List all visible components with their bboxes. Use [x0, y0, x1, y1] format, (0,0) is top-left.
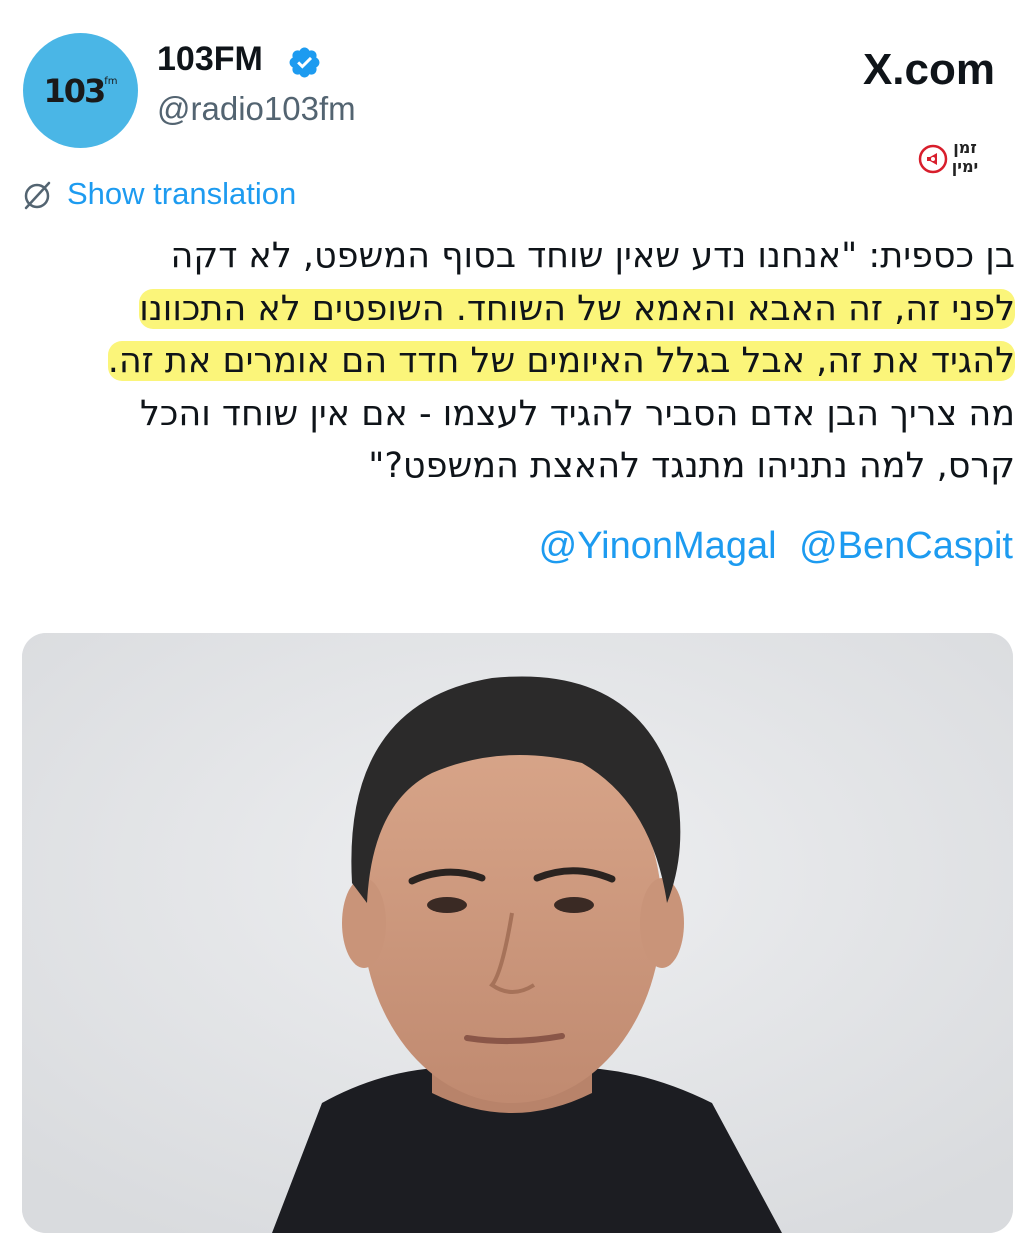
- tweet-line-text: מה צריך הבן אדם הסביר להגיד לעצמו - אם א…: [139, 393, 1015, 434]
- megaphone-icon: [918, 144, 948, 174]
- portrait-photo: [22, 633, 1013, 1233]
- avatar-logo: 103 fm: [23, 33, 138, 148]
- tweet-line: להגיד את זה, אבל בגלל האיומים של חדד הם …: [20, 335, 1015, 388]
- avatar-logo-text: 103: [43, 71, 106, 110]
- tweet-text: בן כספית: "אנחנו נדע שאין שוחד בסוף המשפ…: [20, 230, 1015, 493]
- source-site-label: X.com: [862, 45, 995, 94]
- tweet-line-text-highlighted: לפני זה, זה האבא והאמא של השוחד. השופטים…: [139, 288, 1015, 329]
- tweet-mentions: @YinonMagal @BenCaspit: [527, 525, 1013, 568]
- tweet-line: מה צריך הבן אדם הסביר להגיד לעצמו - אם א…: [20, 388, 1015, 441]
- mention-link[interactable]: @BenCaspit: [799, 525, 1013, 567]
- account-handle[interactable]: @radio103fm: [157, 90, 356, 128]
- tweet-line-text: קרס, למה נתניהו מתנגד להאצת המשפט?": [368, 446, 1015, 486]
- tweet-line-text-highlighted: להגיד את זה, אבל בגלל האיומים של חדד הם …: [107, 341, 1015, 381]
- mention-link[interactable]: @YinonMagal: [539, 525, 777, 567]
- channel-badge: זמן ימין: [918, 138, 978, 180]
- tweet-media-image[interactable]: [22, 633, 1013, 1233]
- translate-icon: [24, 181, 51, 210]
- channel-badge-line1: זמן: [953, 138, 977, 157]
- avatar[interactable]: 103 fm: [23, 33, 138, 148]
- tweet-line: בן כספית: "אנחנו נדע שאין שוחד בסוף המשפ…: [20, 230, 1016, 283]
- avatar-logo-sup: fm: [104, 76, 118, 87]
- channel-badge-text: זמן ימין: [950, 138, 980, 176]
- verified-badge-icon: [289, 47, 320, 78]
- channel-badge-line2: ימין: [951, 157, 979, 176]
- tweet-line-text: בן כספית: "אנחנו נדע שאין שוחד בסוף המשפ…: [170, 236, 1016, 276]
- display-name[interactable]: 103FM: [157, 40, 263, 79]
- tweet-line: קרס, למה נתניהו מתנגד להאצת המשפט?": [20, 440, 1015, 493]
- tweet-line: לפני זה, זה האבא והאמא של השוחד. השופטים…: [20, 283, 1015, 336]
- show-translation-link[interactable]: Show translation: [67, 176, 296, 212]
